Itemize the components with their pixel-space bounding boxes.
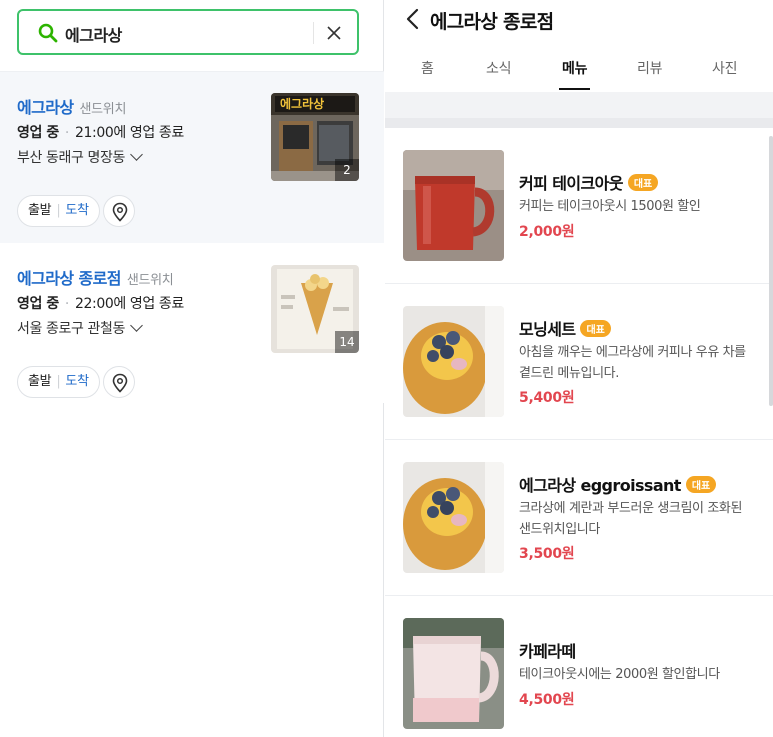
close-icon[interactable] [324, 23, 344, 43]
business-status: 영업 중 · 21:00에 영업 종료 [17, 125, 184, 141]
page-title: 에그라상 종로점 [430, 11, 554, 33]
tab-menu[interactable]: 메뉴 [558, 58, 591, 90]
map-pin-button[interactable] [103, 195, 135, 227]
search-bar[interactable]: 에그라상 [17, 9, 359, 55]
back-arrow-icon[interactable] [403, 8, 423, 30]
menu-photo[interactable] [403, 306, 504, 417]
place-name[interactable]: 에그라상 종로점 샌드위치 [17, 265, 174, 289]
detail-header: 에그라상 종로점 홈 소식 메뉴 리뷰 사진 [385, 0, 773, 92]
place-name[interactable]: 에그라상 샌드위치 [17, 94, 126, 118]
chevron-down-icon[interactable] [130, 319, 143, 332]
tab-reviews[interactable]: 리뷰 [637, 58, 662, 78]
menu-price: 4,500원 [519, 692, 575, 708]
menu-price: 2,000원 [519, 224, 575, 240]
section-divider [385, 92, 773, 128]
tab-home[interactable]: 홈 [421, 58, 434, 78]
menu-description: 커피는 테이크아웃시 1500원 할인 [519, 199, 701, 214]
photo-count: 14 [335, 331, 359, 353]
business-status: 영업 중 · 22:00에 영업 종료 [17, 296, 184, 312]
arrive-label[interactable]: 도착 [65, 374, 89, 389]
detail-tabs: 홈 소식 메뉴 리뷰 사진 [385, 50, 773, 90]
menu-description: 아침을 깨우는 에그라상에 커피나 우유 차를 곁드린 메뉴입니다. [519, 345, 746, 381]
directions-button[interactable]: 출발 | 도착 [17, 195, 100, 227]
menu-photo[interactable] [403, 150, 504, 261]
arrive-label[interactable]: 도착 [65, 203, 89, 218]
menu-photo[interactable] [403, 462, 504, 573]
signature-badge: 대표 [685, 476, 717, 493]
place-detail-panel: 에그라상 종로점 홈 소식 메뉴 리뷰 사진 커피 테이크아웃 대표 커피는 테이… [385, 0, 773, 737]
map-pin-button[interactable] [103, 366, 135, 398]
place-address[interactable]: 부산 동래구 명장동 [17, 147, 143, 167]
menu-description: 크라상에 계란과 부드러운 생크림이 조화된 샌드위치입니다 [519, 501, 743, 537]
place-category: 샌드위치 [126, 273, 174, 288]
menu-name: 에그라상 eggroissant 대표 [519, 472, 717, 496]
result-card[interactable]: 에그라상 종로점 샌드위치 영업 중 · 22:00에 영업 종료 서울 종로구 관철… [0, 243, 384, 403]
search-results-panel: 에그라상 에그라상 샌드위치 영업 중 · 21:00에 영업 종료 부산 동래구 명… [0, 0, 384, 737]
menu-name: 모닝세트 대표 [519, 316, 611, 340]
shop-sign: 에그라상 [280, 96, 324, 111]
menu-name: 커피 테이크아웃 대표 [519, 170, 659, 194]
result-card[interactable]: 에그라상 샌드위치 영업 중 · 21:00에 영업 종료 부산 동래구 명장동 에그… [0, 71, 384, 243]
search-icon [38, 23, 58, 43]
place-category: 샌드위치 [79, 102, 127, 117]
place-thumbnail[interactable]: 14 [271, 265, 359, 353]
depart-label[interactable]: 출발 [28, 374, 52, 389]
signature-badge: 대표 [580, 320, 611, 337]
directions-button[interactable]: 출발 | 도착 [17, 366, 100, 398]
menu-item[interactable]: 커피 테이크아웃 대표 커피는 테이크아웃시 1500원 할인 2,000원 [385, 128, 773, 284]
chevron-down-icon[interactable] [130, 148, 143, 161]
place-address[interactable]: 서울 종로구 관철동 [17, 318, 143, 338]
menu-item[interactable]: 카페라떼 테이크아웃시에는 2000원 할인합니다 4,500원 [385, 596, 773, 737]
map-pin-icon [112, 373, 128, 393]
menu-name: 카페라떼 [519, 642, 576, 661]
map-pin-icon [112, 202, 128, 222]
search-divider [313, 22, 314, 44]
tab-photos[interactable]: 사진 [712, 58, 737, 78]
menu-price: 5,400원 [519, 390, 575, 406]
search-input[interactable]: 에그라상 [65, 22, 122, 46]
place-thumbnail[interactable]: 에그라상 2 [271, 93, 359, 181]
menu-photo[interactable] [403, 618, 504, 729]
menu-price: 3,500원 [519, 546, 575, 562]
signature-badge: 대표 [627, 174, 659, 191]
menu-item[interactable]: 모닝세트 대표 아침을 깨우는 에그라상에 커피나 우유 차를 곁드린 메뉴입니다… [385, 284, 773, 440]
scrollbar[interactable] [769, 136, 773, 406]
tab-news[interactable]: 소식 [486, 58, 511, 78]
menu-item[interactable]: 에그라상 eggroissant 대표 크라상에 계란과 부드러운 생크림이 조화… [385, 440, 773, 596]
photo-count: 2 [335, 159, 359, 181]
menu-description: 테이크아웃시에는 2000원 할인합니다 [519, 667, 720, 682]
depart-label[interactable]: 출발 [28, 203, 52, 218]
